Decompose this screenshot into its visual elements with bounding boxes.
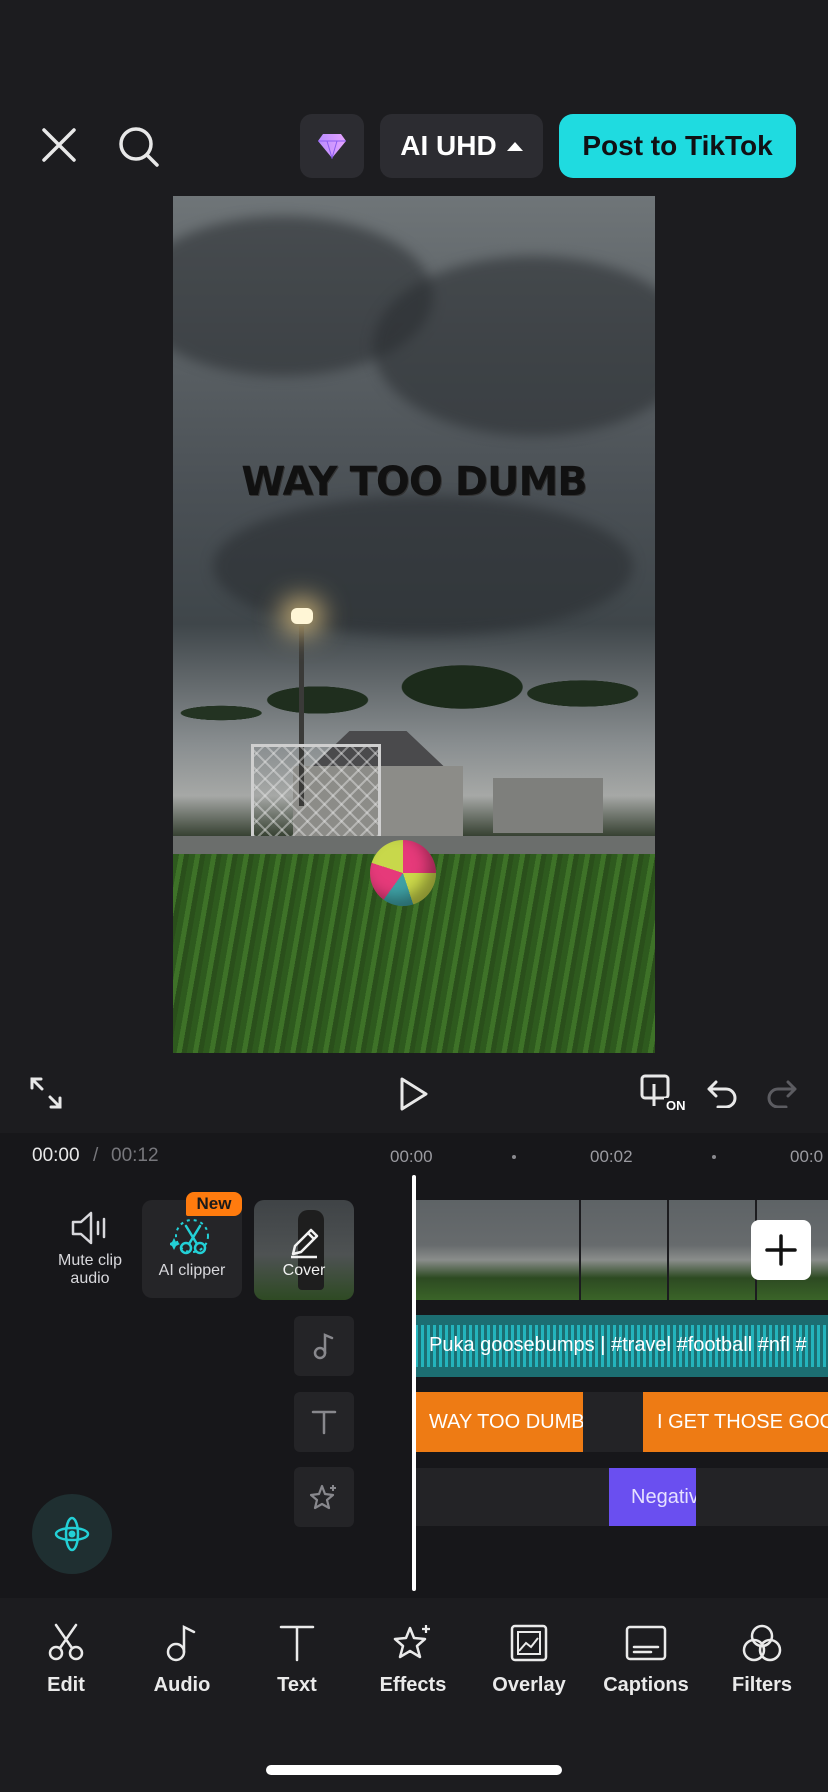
music-note-icon — [313, 1333, 334, 1360]
diamond-icon — [318, 134, 346, 159]
speaker-icon — [71, 1211, 106, 1245]
video-frame — [581, 1200, 669, 1300]
redo-button[interactable] — [764, 1076, 800, 1110]
search-icon — [119, 127, 159, 167]
timeline-tick-dot — [512, 1155, 516, 1159]
audio-clip[interactable]: Puka goosebumps | #travel #football #nfl… — [415, 1315, 828, 1377]
video-text-overlay[interactable]: WAY TOO DUMB — [173, 459, 655, 505]
home-indicator[interactable] — [266, 1765, 562, 1775]
overlay-tool[interactable]: Overlay — [474, 1618, 584, 1697]
mute-label: audio — [70, 1270, 110, 1287]
edit-tool[interactable]: Edit — [11, 1618, 121, 1697]
audio-tool[interactable]: Audio — [127, 1618, 237, 1697]
text-icon — [311, 1410, 337, 1435]
playhead[interactable] — [412, 1175, 416, 1591]
text-clip[interactable]: I GET THOSE GOO — [643, 1392, 828, 1452]
search-button[interactable] — [114, 122, 164, 172]
scissors-icon — [48, 1623, 84, 1661]
timeline-tick: 00:02 — [590, 1147, 633, 1166]
caret-up-icon — [506, 141, 523, 151]
time-separator: / — [93, 1145, 99, 1166]
timeline-tick: 00:00 — [390, 1147, 433, 1166]
quality-dropdown[interactable]: AI UHD — [380, 114, 543, 178]
fullscreen-button[interactable] — [28, 1075, 64, 1111]
cover-button[interactable]: Cover — [254, 1200, 354, 1300]
music-note-icon — [166, 1624, 196, 1662]
mute-label: Mute clip — [57, 1252, 123, 1269]
overlay-image-icon — [510, 1624, 548, 1662]
current-time: 00:00 — [32, 1145, 80, 1166]
compare-toggle[interactable]: ON — [640, 1074, 688, 1116]
filters-tool[interactable]: Filters — [707, 1618, 817, 1697]
compare-badge: ON — [664, 1098, 688, 1113]
house — [493, 778, 603, 833]
timeline-tick-dot — [712, 1155, 716, 1159]
tool-label: Edit — [47, 1674, 85, 1696]
effect-clip[interactable]: Negativ — [609, 1468, 696, 1526]
cover-label: Cover — [282, 1262, 326, 1279]
street-lamp — [291, 608, 313, 624]
total-time: 00:12 — [111, 1145, 159, 1166]
play-icon — [400, 1077, 428, 1111]
effects-tool[interactable]: Effects — [358, 1618, 468, 1697]
undo-icon — [707, 1080, 737, 1108]
text-clip[interactable]: WAY TOO DUMB — [415, 1392, 583, 1452]
mute-clip-audio-button[interactable]: Mute clip audio — [48, 1210, 132, 1288]
filters-icon — [742, 1624, 782, 1662]
tool-label: Captions — [603, 1674, 689, 1696]
video-frame — [669, 1200, 757, 1300]
text-tool[interactable]: Text — [242, 1618, 352, 1697]
close-button[interactable] — [36, 122, 82, 168]
pencil-icon — [291, 1228, 319, 1259]
undo-button[interactable] — [704, 1076, 740, 1110]
sparkle-star-icon — [310, 1484, 336, 1510]
orbit-icon — [54, 1516, 90, 1552]
timeline-tick: 00:0 — [790, 1147, 824, 1166]
sparkle-star-icon — [393, 1625, 430, 1659]
captions-icon — [625, 1625, 667, 1661]
audio-track-button[interactable] — [294, 1316, 354, 1376]
expand-icon — [30, 1077, 62, 1109]
video-frame — [415, 1200, 503, 1300]
add-clip-button[interactable] — [751, 1220, 811, 1280]
tool-label: Text — [277, 1674, 317, 1696]
assistant-button[interactable] — [32, 1494, 112, 1574]
ai-clipper-label: AI clipper — [158, 1262, 226, 1279]
captions-tool[interactable]: Captions — [591, 1618, 701, 1697]
video-frame — [493, 1200, 581, 1300]
redo-icon — [767, 1080, 797, 1108]
text-track-button[interactable] — [294, 1392, 354, 1452]
tool-label: Filters — [731, 1674, 793, 1696]
new-badge: New — [186, 1192, 242, 1216]
tool-label: Overlay — [492, 1674, 566, 1696]
play-button[interactable] — [396, 1075, 432, 1113]
tool-label: Audio — [153, 1674, 211, 1696]
quality-label: AI UHD — [400, 130, 497, 161]
text-icon — [279, 1625, 315, 1662]
cloud-shape — [213, 496, 633, 636]
audio-clip-label: Puka goosebumps | #travel #football #nfl… — [429, 1334, 807, 1356]
tool-label: Effects — [379, 1674, 447, 1696]
ai-scissors-icon — [170, 1219, 209, 1255]
video-preview[interactable]: WAY TOO DUMB — [173, 196, 655, 1053]
post-to-tiktok-button[interactable]: Post to TikTok — [559, 114, 796, 178]
premium-button[interactable] — [300, 114, 364, 178]
effects-track-button[interactable] — [294, 1467, 354, 1527]
plus-icon — [765, 1234, 797, 1266]
close-icon — [42, 128, 76, 162]
soccer-ball — [370, 840, 436, 906]
